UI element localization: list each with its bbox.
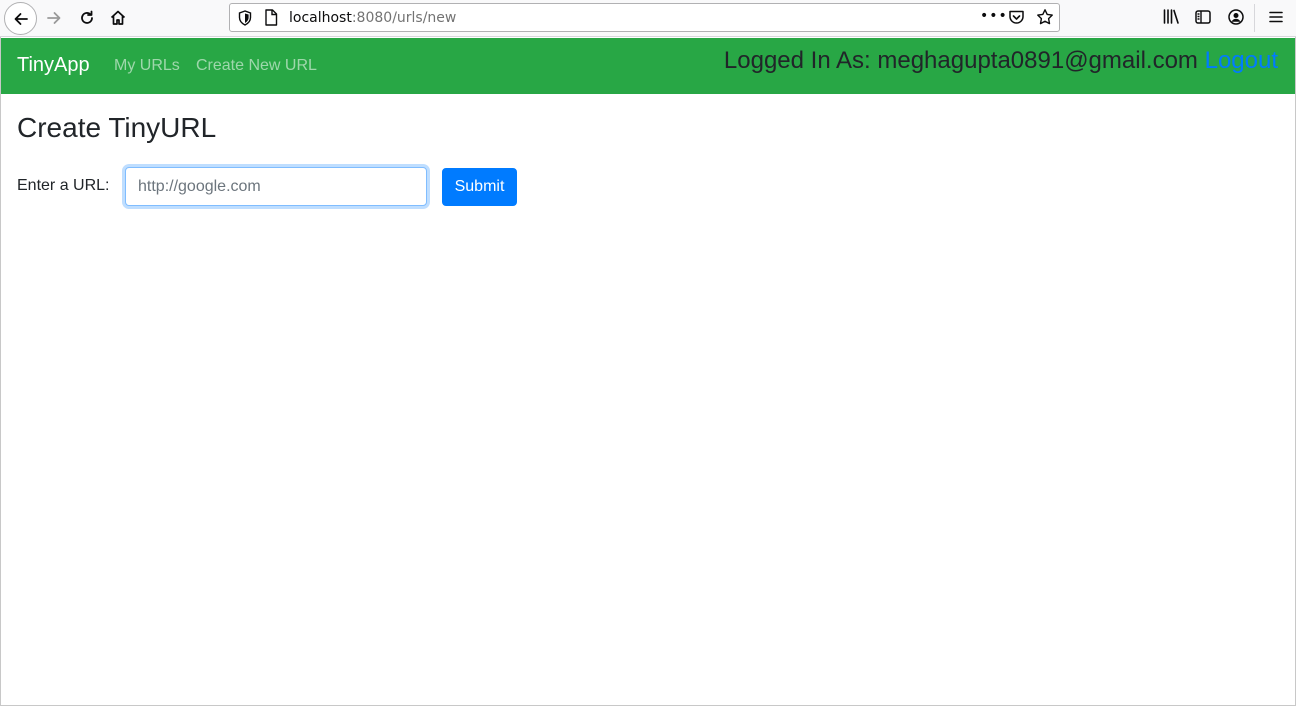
reload-button[interactable]: [71, 3, 103, 33]
hamburger-menu-icon[interactable]: [1267, 8, 1285, 26]
home-icon: [110, 10, 126, 25]
url-input[interactable]: [125, 167, 427, 206]
app-navbar: TinyApp My URLs Create New URL Logged In…: [1, 38, 1295, 94]
browser-toolbar: localhost:8080/urls/new •••: [0, 0, 1296, 37]
home-button[interactable]: [102, 3, 134, 33]
url-field-label: Enter a URL:: [17, 177, 110, 194]
library-icon[interactable]: [1162, 8, 1180, 26]
page-icon[interactable]: [264, 9, 278, 26]
reload-icon: [81, 10, 93, 24]
toolbar-separator: [1254, 4, 1255, 32]
sidebar-icon[interactable]: [1194, 8, 1212, 26]
pocket-icon[interactable]: [1008, 9, 1025, 26]
nav-link-my-urls[interactable]: My URLs: [114, 57, 180, 75]
brand-link[interactable]: TinyApp: [17, 54, 90, 77]
address-bar[interactable]: localhost:8080/urls/new •••: [229, 3, 1060, 32]
submit-button[interactable]: Submit: [442, 168, 517, 206]
shield-icon[interactable]: [238, 10, 252, 26]
page-actions-more-icon[interactable]: •••: [980, 8, 1008, 24]
account-icon[interactable]: [1227, 8, 1245, 26]
logout-link[interactable]: Logout: [1205, 47, 1278, 74]
back-button[interactable]: [4, 2, 37, 35]
window-border-left: [0, 37, 1, 706]
logged-in-status: Logged In As: meghagupta0891@gmail.com L…: [724, 47, 1278, 75]
arrow-left-icon: [14, 12, 28, 25]
nav-link-create-new-url[interactable]: Create New URL: [196, 57, 317, 75]
url-host: localhost: [289, 10, 352, 26]
arrow-right-icon: [47, 12, 61, 24]
logged-in-text: Logged In As: meghagupta0891@gmail.com: [723, 47, 1198, 74]
url-text[interactable]: localhost:8080/urls/new: [289, 10, 456, 26]
page-title: Create TinyURL: [17, 112, 217, 143]
forward-button[interactable]: [38, 3, 70, 33]
url-path: :8080/urls/new: [351, 10, 457, 26]
bookmark-star-icon[interactable]: [1036, 8, 1054, 26]
